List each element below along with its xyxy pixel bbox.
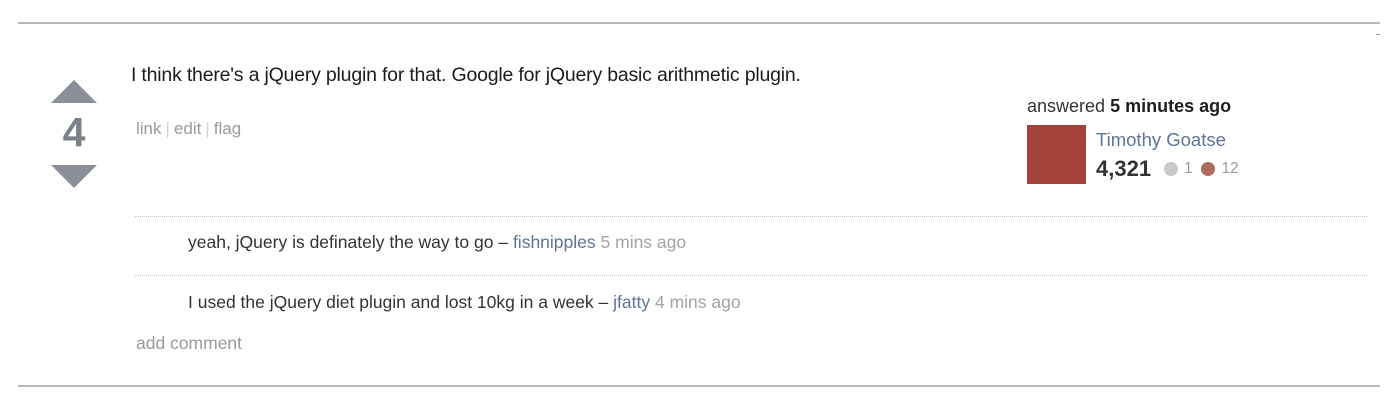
comment-user-link[interactable]: fishnipples [513,232,596,252]
silver-badge-count: 1 [1183,160,1193,177]
relative-time[interactable]: 5 minutes ago [1110,96,1231,116]
reputation-row: 4,321 1 12 [1096,156,1239,182]
user-card: answered 5 minutes ago Timothy Goatse 4,… [1027,94,1287,204]
edit-link[interactable]: edit [174,119,201,138]
bronze-badge-icon [1201,162,1216,176]
edge-mark [1376,34,1380,35]
vote-count: 4 [62,109,86,155]
menu-separator: | [165,119,170,138]
add-comment-link[interactable]: add comment [136,333,242,354]
comment-text: I used the jQuery diet plugin and lost 1… [188,292,594,312]
bronze-badge-count: 12 [1221,160,1239,177]
comment-divider [135,275,1367,276]
user-action-time: answered 5 minutes ago [1027,96,1231,117]
answer-body: I think there's a jQuery plugin for that… [131,64,801,86]
comment-text: yeah, jQuery is definately the way to go [188,232,494,252]
user-name-link[interactable]: Timothy Goatse [1096,129,1226,151]
comment-item: I used the jQuery diet plugin and lost 1… [188,292,741,313]
comment-time[interactable]: 4 mins ago [655,292,741,312]
comment-dash: – [598,292,609,312]
link-link[interactable]: link [136,119,162,138]
flag-link[interactable]: flag [214,119,241,138]
vote-up-arrow-icon[interactable] [51,80,97,103]
comment-time[interactable]: 5 mins ago [601,232,687,252]
action-label: answered [1027,96,1106,116]
menu-separator: | [205,119,210,138]
comment-divider [135,216,1367,217]
silver-badge-icon [1163,162,1178,176]
post-menu: link | edit | flag [136,119,241,139]
vote-cell: 4 [44,76,104,194]
reputation-score: 4,321 [1096,156,1152,181]
avatar[interactable] [1027,125,1086,184]
comment-user-link[interactable]: jfatty [613,292,650,312]
vote-down-arrow-icon[interactable] [51,165,97,188]
bottom-divider [18,385,1380,387]
comment-item: yeah, jQuery is definately the way to go… [188,232,686,253]
comment-dash: – [498,232,509,252]
top-divider [18,22,1380,24]
